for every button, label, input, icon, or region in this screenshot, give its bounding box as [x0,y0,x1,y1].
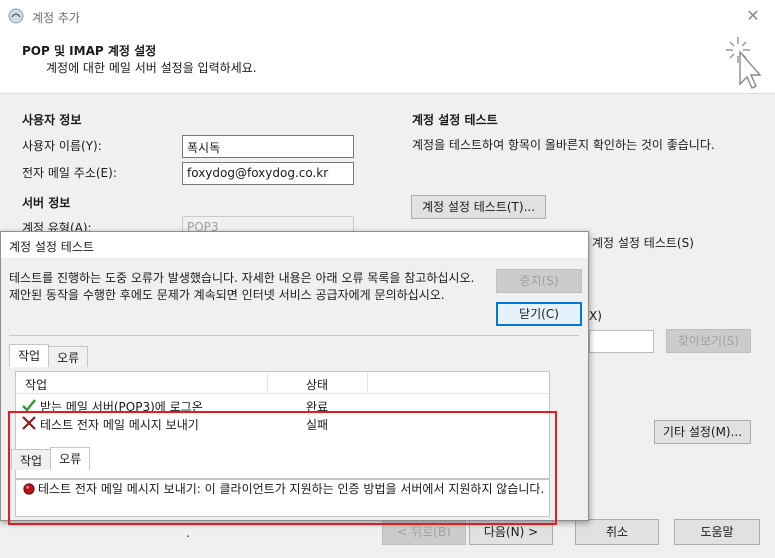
tab-errors[interactable]: 오류 [48,346,89,367]
data-file-path-field[interactable] [589,330,654,353]
dialog-title-bar: 계정 설정 테스트 [1,232,588,258]
task-list-header: 작업 상태 [16,372,549,394]
error-text: 테스트 전자 메일 메시지 보내기: 이 클라이언트가 지원하는 인증 방법을 … [38,482,545,496]
server-info-heading: 서버 정보 [22,196,71,210]
outlook-app-icon [8,8,24,24]
task-status: 완료 [306,400,329,414]
lower-tabs: 작업 오류 [11,447,91,470]
browse-button[interactable]: 찾아보기(S) [666,329,751,353]
dialog-title: 계정 설정 테스트 [9,240,94,254]
title-bar: 계정 추가 ✕ [0,0,775,32]
divider [9,335,579,336]
task-status: 실패 [306,418,329,432]
error-list: 테스트 전자 메일 메시지 보내기: 이 클라이언트가 지원하는 인증 방법을 … [15,479,550,517]
test-account-settings-dialog: 계정 설정 테스트 테스트를 진행하는 도중 오류가 발생했습니다. 자세한 내… [0,231,589,521]
column-task[interactable]: 작업 [25,376,47,393]
page-subtitle: 계정에 대한 메일 서버 설정을 입력하세요. [46,61,257,75]
header-area: POP 및 IMAP 계정 설정 계정에 대한 메일 서버 설정을 입력하세요. [0,32,775,94]
task-name: 테스트 전자 메일 메시지 보내기 [40,418,199,432]
column-divider [267,372,268,394]
error-icon [23,483,35,495]
stop-button[interactable]: 중지(S) [496,269,582,293]
dialog-error-message: 테스트를 진행하는 도중 오류가 발생했습니다. 자세한 내용은 아래 오류 목… [9,271,475,302]
help-button[interactable]: 도움말 [674,519,760,545]
lower-tab-tasks[interactable]: 작업 [11,449,52,470]
footer-dot: . [186,526,190,540]
auto-test-checkbox-label[interactable]: 계정 설정 테스트(S) [592,234,694,251]
test-account-settings-button[interactable]: 계정 설정 테스트(T)... [411,195,546,219]
test-settings-heading: 계정 설정 테스트 [412,113,498,127]
cursor-click-icon [726,37,762,89]
close-button[interactable]: 닫기(C) [496,302,582,326]
user-name-label: 사용자 이름(Y): [22,139,102,153]
partial-label: X) [589,309,602,323]
user-info-heading: 사용자 정보 [22,113,82,127]
task-list: 작업 상태 받는 메일 서버(POP3)에 로그온 완료 테스트 전자 메일 메… [15,371,550,479]
more-settings-button[interactable]: 기타 설정(M)... [654,420,751,444]
lower-tab-errors[interactable]: 오류 [50,447,91,470]
cancel-button[interactable]: 취소 [575,519,659,545]
page-title: POP 및 IMAP 계정 설정 [22,44,157,58]
column-status[interactable]: 상태 [306,376,328,393]
user-name-field[interactable]: 폭시독 [182,135,354,158]
email-label: 전자 메일 주소(E): [22,166,117,180]
task-row[interactable]: 테스트 전자 메일 메시지 보내기 실패 [16,414,549,432]
dialog-tabs: 작업 오류 [9,344,89,367]
task-name: 받는 메일 서버(POP3)에 로그온 [40,400,203,414]
close-icon[interactable]: ✕ [745,6,761,25]
column-divider [367,372,368,394]
tab-tasks[interactable]: 작업 [9,344,50,367]
window-title: 계정 추가 [32,11,80,25]
x-icon [22,416,36,430]
back-button[interactable]: < 뒤로(B) [382,519,466,545]
check-icon [22,399,36,412]
email-field[interactable]: foxydog@foxydog.co.kr [182,162,354,185]
test-settings-description: 계정을 테스트하여 항목이 올바른지 확인하는 것이 좋습니다. [412,138,715,152]
task-row[interactable]: 받는 메일 서버(POP3)에 로그온 완료 [16,396,549,414]
next-button[interactable]: 다음(N) > [469,519,553,545]
